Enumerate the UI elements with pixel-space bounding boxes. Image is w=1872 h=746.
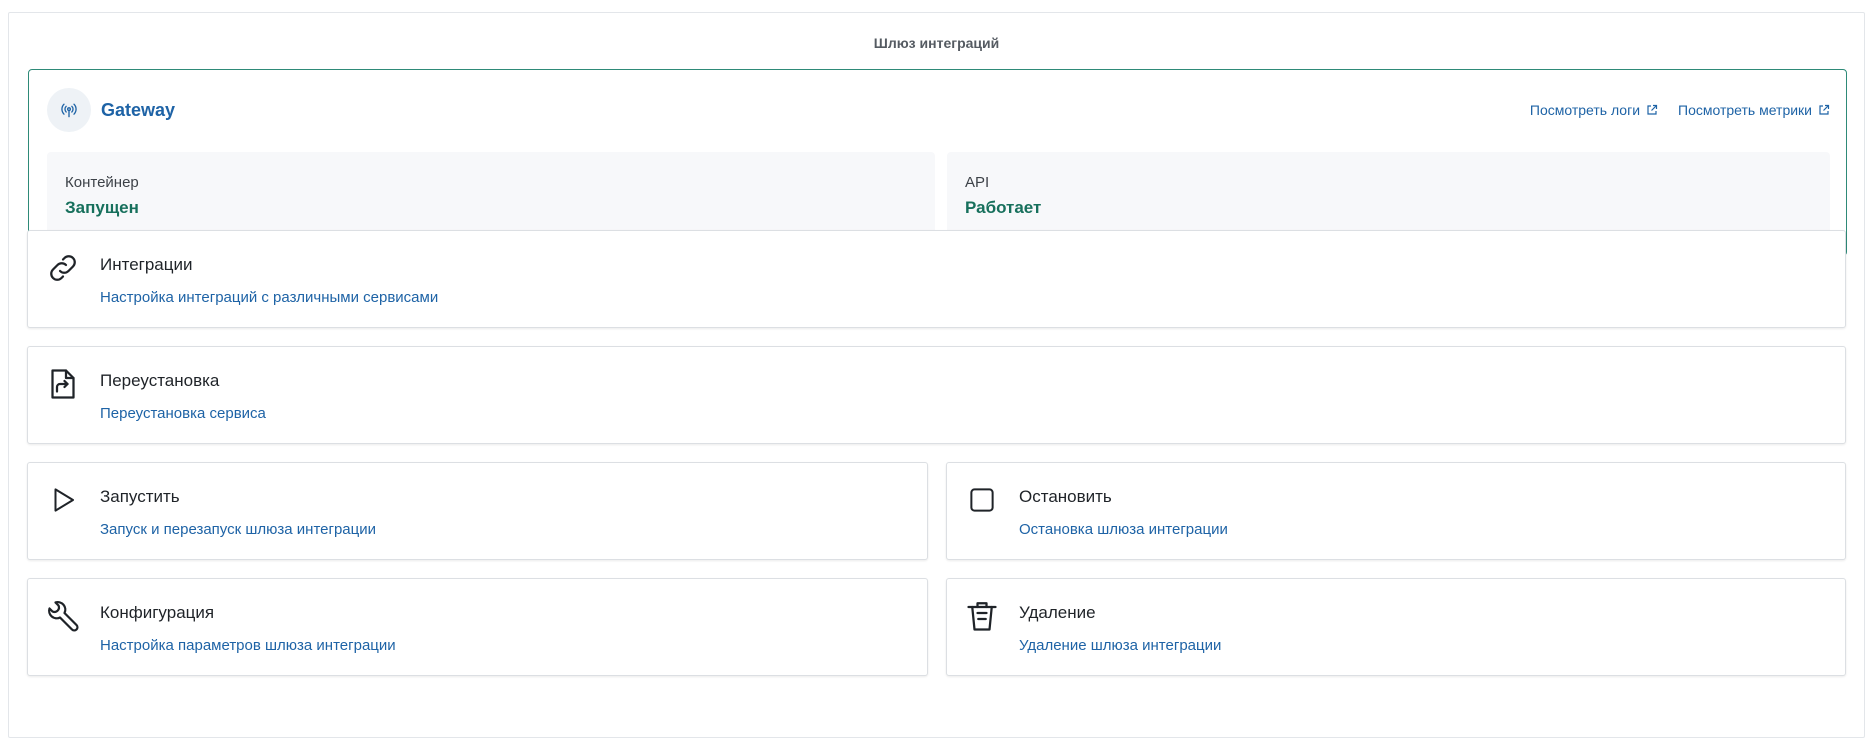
reinstall-action-card[interactable]: Переустановка Переустановка сервиса [27, 346, 1846, 444]
view-metrics-label: Посмотреть метрики [1678, 102, 1812, 118]
stop-title: Остановить [1019, 487, 1112, 506]
api-status-value: Работает [965, 198, 1042, 217]
stop-desc: Остановка шлюза интеграции [1019, 521, 1228, 538]
integrations-action-card[interactable]: Интеграции Настройка интеграций с различ… [27, 230, 1846, 328]
broadcast-icon [47, 88, 91, 132]
trash-icon [963, 597, 1001, 635]
gateway-name: Gateway [101, 100, 176, 120]
reinstall-desc: Переустановка сервиса [100, 405, 266, 422]
container-status-label: Контейнер [65, 174, 139, 191]
container-status-value: Запущен [65, 198, 139, 217]
integrations-title: Интеграции [100, 255, 193, 274]
external-link-icon [1819, 104, 1830, 115]
view-logs-label: Посмотреть логи [1529, 102, 1641, 118]
file-redo-icon [44, 365, 82, 403]
wrench-icon [44, 597, 82, 635]
stop-icon [963, 481, 1001, 519]
integrations-desc: Настройка интеграций с различными сервис… [100, 289, 439, 306]
gateway-status-card: Gateway Посмотреть логи Посмотреть метри… [28, 69, 1847, 256]
view-logs-link[interactable]: Посмотреть логи [1530, 102, 1658, 118]
reinstall-title: Переустановка [100, 371, 220, 390]
view-metrics-link[interactable]: Посмотреть метрики [1678, 102, 1830, 118]
panel-title: Шлюз интеграций [873, 35, 1000, 51]
config-desc: Настройка параметров шлюза интеграции [100, 637, 396, 654]
delete-desc: Удаление шлюза интеграции [1019, 637, 1222, 654]
api-status-label: API [965, 174, 990, 191]
gateway-links: Посмотреть логи Посмотреть метрики [1530, 102, 1830, 118]
external-link-icon [1647, 104, 1658, 115]
play-icon [44, 481, 82, 519]
config-title: Конфигурация [100, 603, 215, 622]
delete-title: Удаление [1019, 603, 1096, 622]
start-action-card[interactable]: Запустить Запуск и перезапуск шлюза инте… [27, 462, 928, 560]
delete-action-card[interactable]: Удаление Удаление шлюза интеграции [946, 578, 1846, 676]
config-action-card[interactable]: Конфигурация Настройка параметров шлюза … [27, 578, 928, 676]
stop-action-card[interactable]: Остановить Остановка шлюза интеграции [946, 462, 1846, 560]
api-status-box: API Работает [947, 152, 1830, 238]
container-status-box: Контейнер Запущен [47, 152, 935, 238]
start-title: Запустить [100, 487, 180, 506]
start-desc: Запуск и перезапуск шлюза интеграции [100, 521, 376, 538]
link-icon [44, 249, 82, 287]
